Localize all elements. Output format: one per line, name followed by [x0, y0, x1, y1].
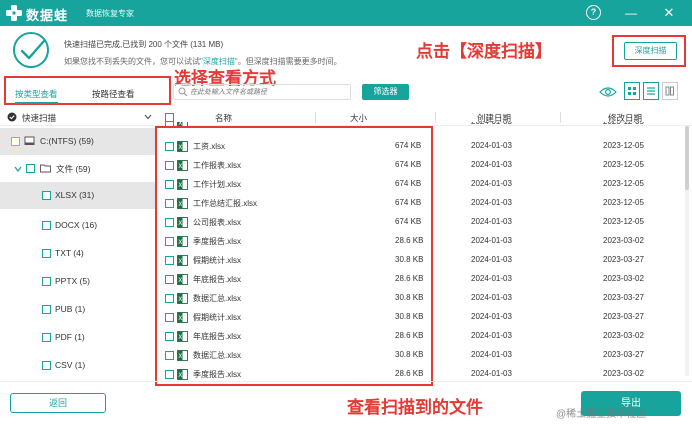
annotation-deep-scan: 点击【深度扫描】 [416, 42, 552, 61]
tree-checkbox[interactable] [42, 249, 51, 258]
row-created: 2024-01-03 [471, 312, 512, 321]
tree-checkbox[interactable] [42, 277, 51, 286]
close-button[interactable]: ✕ [660, 4, 678, 22]
row-modified: 2023-03-27 [603, 255, 644, 264]
row-modified: 2023-03-27 [603, 293, 644, 302]
row-modified: 2023-03-27 [603, 350, 644, 359]
annotation-view-files: 查看扫描到的文件 [347, 398, 483, 417]
row-created: 2024-01-03 [471, 160, 512, 169]
check-circle-icon[interactable] [7, 112, 17, 122]
tree-item-csv[interactable]: CSV (1) [0, 352, 155, 379]
tree-item-label: PUB (1) [55, 304, 86, 314]
tree-item-label: XLSX (31) [55, 190, 95, 200]
scan-complete-icon [13, 32, 49, 68]
row-created: 2024-01-03 [471, 255, 512, 264]
row-modified: 2023-12-05 [603, 198, 644, 207]
row-created: 2024-01-03 [471, 217, 512, 226]
row-modified: 2023-03-02 [603, 236, 644, 245]
row-modified: 2023-12-05 [603, 122, 644, 126]
row-created: 2024-01-03 [471, 179, 512, 188]
app-brand: 数据蛙 [26, 8, 69, 23]
row-modified: 2023-03-02 [603, 331, 644, 340]
list-view-icon [647, 87, 655, 95]
row-created: 2024-01-03 [471, 274, 512, 283]
tree-checkbox[interactable] [42, 361, 51, 370]
drive-icon [24, 136, 35, 145]
tree-item-label: PDF (1) [55, 332, 85, 342]
annotation-box-file-list [155, 126, 433, 386]
tree-item-xlsx[interactable]: XLSX (31) [0, 182, 155, 209]
folder-icon [40, 164, 51, 173]
detail-view-button[interactable] [662, 82, 678, 100]
deep-scan-button[interactable]: 深度扫描 [624, 42, 677, 60]
preview-eye-icon[interactable] [599, 85, 617, 99]
scrollbar-thumb[interactable] [685, 126, 689, 190]
tree-item-label: CSV (1) [55, 360, 86, 370]
search-input[interactable] [190, 86, 348, 98]
tree-item-pptx[interactable]: PPTX (5) [0, 268, 155, 295]
tree-item-label: TXT (4) [55, 248, 84, 258]
tree-checkbox[interactable] [42, 305, 51, 314]
tree-item-label: C:(NTFS) (59) [40, 136, 94, 146]
tree-item-label: 文件 (59) [56, 164, 91, 174]
chevron-down-icon[interactable] [144, 114, 152, 120]
tree-checkbox[interactable] [42, 191, 51, 200]
tree-item-txt[interactable]: TXT (4) [0, 240, 155, 267]
tree-header-label: 快速扫描 [22, 113, 57, 123]
tree-item-drive[interactable]: C:(NTFS) (59) [0, 128, 155, 155]
row-created: 2024-01-03 [471, 293, 512, 302]
tree-header[interactable]: 快速扫描 [0, 109, 155, 126]
file-list-scrollbar[interactable] [685, 126, 689, 376]
search-box[interactable] [173, 84, 351, 100]
minimize-button[interactable]: — [622, 4, 640, 22]
row-modified: 2023-12-05 [603, 160, 644, 169]
row-modified: 2023-12-05 [603, 141, 644, 150]
watermark: @稀土掘金技术社区 [556, 409, 647, 420]
tab-by-type[interactable]: 按类型查看 [15, 88, 58, 104]
file-type-tree: C:(NTFS) (59) 文件 (59) XLSX (31) DOCX (16… [0, 128, 155, 380]
grid-view-button[interactable] [624, 82, 640, 100]
app-subtitle: 数据恢复专家 [86, 9, 134, 18]
tree-item-pdf[interactable]: PDF (1) [0, 324, 155, 351]
chevron-down-icon[interactable] [14, 165, 22, 173]
row-created: 2024-01-03 [471, 198, 512, 207]
help-button[interactable]: ? [586, 5, 601, 20]
tree-checkbox[interactable] [42, 333, 51, 342]
list-view-button[interactable] [643, 82, 659, 100]
filter-button[interactable]: 筛选器 [362, 84, 409, 100]
tree-checkbox[interactable] [42, 221, 51, 230]
row-created: 2024-01-03 [471, 122, 512, 126]
search-icon [178, 87, 188, 97]
tree-item-docx[interactable]: DOCX (16) [0, 212, 155, 239]
title-bar: 数据蛙 数据恢复专家 ? — ✕ [0, 0, 692, 26]
row-created: 2024-01-03 [471, 141, 512, 150]
tab-by-path[interactable]: 按路径查看 [92, 88, 135, 100]
app-logo-icon [6, 5, 22, 21]
tree-item-files[interactable]: 文件 (59) [0, 155, 155, 182]
row-created: 2024-01-03 [471, 369, 512, 378]
row-created: 2024-01-03 [471, 331, 512, 340]
row-modified: 2023-12-05 [603, 217, 644, 226]
row-modified: 2023-03-02 [603, 274, 644, 283]
scan-result-text: 快速扫描已完成,已找到 200 个文件 (131 MB) [64, 40, 224, 49]
back-button[interactable]: 返回 [10, 393, 106, 413]
tree-item-label: DOCX (16) [55, 220, 98, 230]
select-all-checkbox[interactable] [165, 113, 174, 122]
tree-checkbox[interactable] [26, 164, 35, 173]
row-modified: 2023-12-05 [603, 179, 644, 188]
detail-view-icon [665, 86, 674, 96]
row-modified: 2023-03-27 [603, 312, 644, 321]
tree-item-pub[interactable]: PUB (1) [0, 296, 155, 323]
row-created: 2024-01-03 [471, 350, 512, 359]
row-modified: 2023-03-02 [603, 369, 644, 378]
grid-view-icon [628, 87, 636, 95]
tree-checkbox[interactable] [11, 137, 20, 146]
row-created: 2024-01-03 [471, 236, 512, 245]
footer-divider [0, 381, 692, 382]
tree-item-label: PPTX (5) [55, 276, 90, 286]
